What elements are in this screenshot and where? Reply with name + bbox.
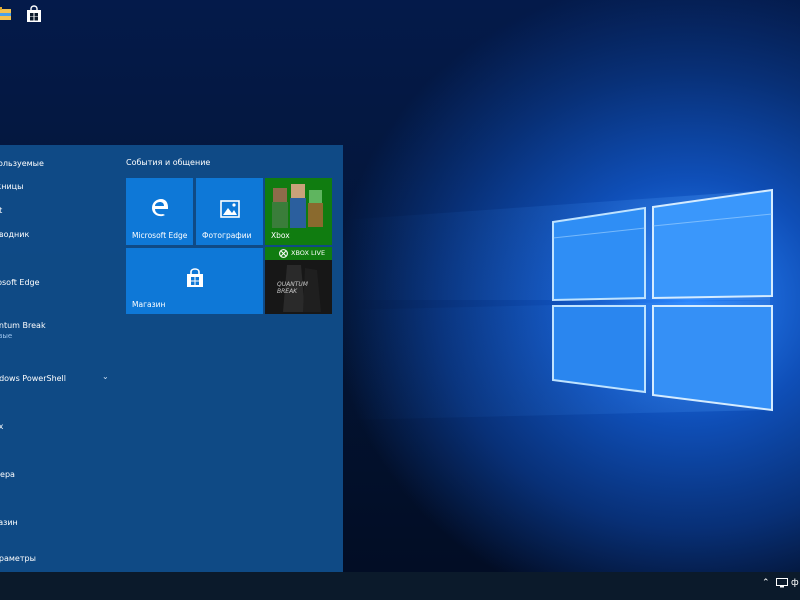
app-item[interactable]: газин [0,518,114,527]
app-item[interactable]: nt [0,206,114,215]
file-explorer-icon[interactable] [0,5,12,23]
tray-language-indicator[interactable]: ф [791,578,799,588]
xbox-live-label: XBOX LIVE [291,249,326,257]
most-used-header: ользуемые [0,159,44,168]
edge-icon [152,199,168,217]
app-item-subtitle: овые [0,332,13,340]
app-item[interactable]: мера [0,470,114,479]
store-icon [187,268,203,287]
app-item[interactable]: оводник [0,230,114,239]
tile-store[interactable]: Магазин [126,248,263,314]
tile-group-title: События и общение [126,158,211,167]
app-item[interactable]: жницы [0,182,114,191]
photos-icon [220,200,240,218]
chevron-down-icon[interactable]: ⌄ [102,372,109,381]
tile-label: Магазин [132,300,166,309]
tile-quantum-break[interactable]: XBOX LIVE QUANTUM BREAK [265,247,332,314]
tile-label: Фотографии [202,231,252,240]
store-taskbar-icon[interactable] [25,5,43,23]
app-item[interactable]: rosoft Edge [0,278,114,287]
app-item[interactable]: ndows PowerShell [0,374,114,383]
network-icon[interactable] [776,578,788,588]
tile-label: Xbox [271,231,290,240]
app-item[interactable]: ox [0,422,114,431]
chevron-up-icon[interactable]: ⌃ [762,578,770,588]
tile-photos[interactable]: Фотографии [196,178,263,245]
app-item[interactable]: antum Break [0,321,114,330]
tile-label: Microsoft Edge [132,231,188,240]
quantum-break-logo-text: QUANTUM BREAK [277,281,308,295]
taskbar [0,572,800,600]
app-item[interactable]: араметры [0,554,114,563]
xbox-logo-icon [279,249,288,258]
tile-microsoft-edge[interactable]: Microsoft Edge [126,178,193,245]
tile-xbox[interactable]: Xbox [265,178,332,245]
